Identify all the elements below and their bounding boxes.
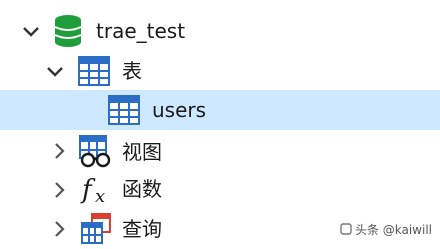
- svg-text:f: f: [80, 175, 96, 205]
- queries-group-label: 查询: [122, 217, 162, 241]
- tree-group-views[interactable]: 视图: [0, 132, 440, 172]
- view-icon: [78, 135, 112, 169]
- chevron-right-icon[interactable]: [48, 218, 70, 240]
- views-group-label: 视图: [122, 140, 162, 164]
- database-label: trae_test: [96, 19, 186, 43]
- chevron-down-icon[interactable]: [20, 20, 42, 42]
- table-icon: [108, 95, 140, 125]
- tree-item-database[interactable]: trae_test: [0, 10, 440, 52]
- chevron-right-icon[interactable]: [48, 179, 70, 201]
- chevron-down-icon[interactable]: [18, 0, 40, 4]
- query-icon: [80, 213, 112, 245]
- database-icon: [52, 14, 84, 48]
- chevron-right-icon[interactable]: [48, 140, 70, 162]
- functions-group-label: 函数: [122, 177, 162, 201]
- function-icon: f x: [80, 173, 114, 207]
- svg-text:x: x: [95, 186, 105, 207]
- watermark-text: 头条 @kaiwill: [354, 223, 432, 237]
- watermark: 头条 @kaiwill: [340, 221, 432, 238]
- tree-group-tables[interactable]: 表: [0, 50, 440, 92]
- table-users-label: users: [152, 98, 207, 122]
- tree-item-table-users[interactable]: users: [0, 90, 440, 130]
- tree-group-functions[interactable]: f x 函数: [0, 170, 440, 210]
- watermark-logo-icon: [340, 223, 352, 238]
- chevron-down-icon[interactable]: [44, 60, 66, 82]
- table-icon: [78, 56, 110, 86]
- tables-group-label: 表: [122, 59, 142, 83]
